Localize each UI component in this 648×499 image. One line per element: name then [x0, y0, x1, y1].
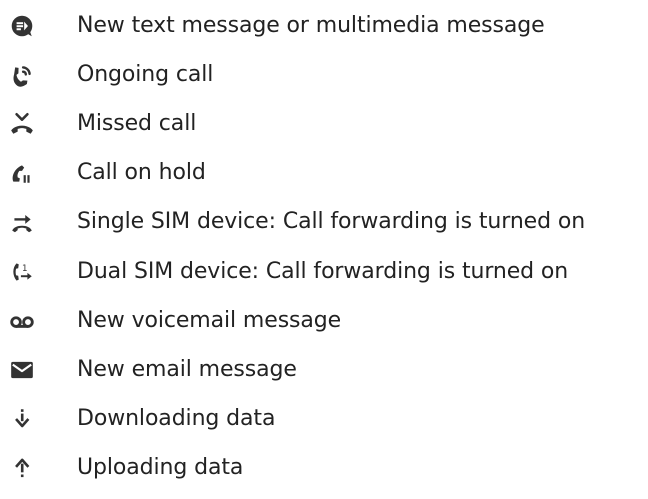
call-on-hold-icon: [9, 160, 35, 186]
ongoing-call-icon: [9, 62, 35, 88]
list-item: Ongoing call: [0, 50, 648, 99]
list-item: Call on hold: [0, 149, 648, 198]
missed-call-icon: [9, 111, 35, 137]
email-icon: [9, 357, 35, 383]
download-icon: [9, 406, 35, 432]
dual-sim-call-forwarding-icon: 1: [9, 259, 35, 285]
item-label: Ongoing call: [77, 61, 214, 87]
item-label: Single SIM device: Call forwarding is tu…: [77, 209, 586, 235]
list-item: Uploading data: [0, 444, 648, 493]
list-item: New text message or multimedia message: [0, 1, 648, 50]
item-label: Call on hold: [77, 160, 206, 186]
item-label: Uploading data: [77, 455, 244, 481]
status-icon-list: New text message or multimedia message O…: [0, 1, 648, 493]
message-icon: [9, 13, 35, 39]
voicemail-icon: [9, 308, 35, 334]
call-forwarding-icon: [9, 209, 35, 235]
item-label: Downloading data: [77, 406, 276, 432]
svg-text:1: 1: [22, 263, 28, 273]
item-label: New email message: [77, 356, 297, 382]
list-item: Single SIM device: Call forwarding is tu…: [0, 198, 648, 247]
list-item: New voicemail message: [0, 296, 648, 345]
list-item: 1 Dual SIM device: Call forwarding is tu…: [0, 247, 648, 296]
item-label: New text message or multimedia message: [77, 12, 545, 38]
list-item: Downloading data: [0, 395, 648, 444]
upload-icon: [9, 455, 35, 481]
item-label: Missed call: [77, 110, 197, 136]
item-label: Dual SIM device: Call forwarding is turn…: [77, 258, 569, 284]
list-item: Missed call: [0, 99, 648, 148]
item-label: New voicemail message: [77, 307, 342, 333]
list-item: New email message: [0, 345, 648, 394]
